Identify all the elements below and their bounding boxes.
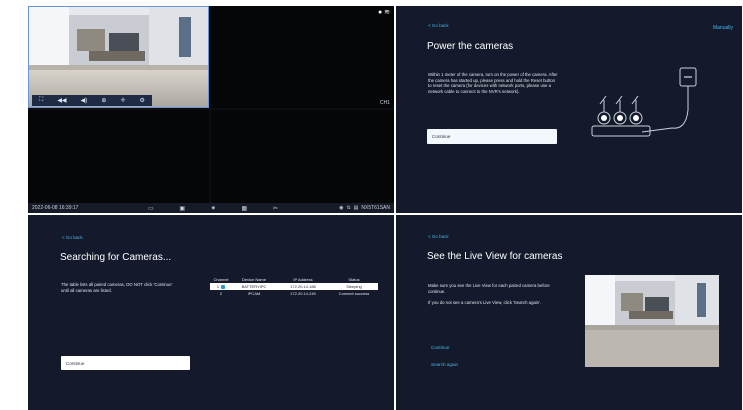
camera-live-view-image <box>585 275 719 367</box>
camera-tile-2[interactable]: ● ≋ CH1 <box>211 6 394 108</box>
camera-feed-image <box>29 7 208 107</box>
zoom-icon[interactable]: ⊕ <box>101 97 106 104</box>
live-view-panel: < Go back See the Live View for cameras … <box>396 215 742 410</box>
eye-icon[interactable]: ◉ <box>339 205 343 211</box>
camera-tile-1[interactable]: ⛶ ◀◀ ◀) ⊕ ✛ ⚙ <box>28 6 209 108</box>
device-name-cell: IPCAM <box>247 291 261 296</box>
device-name-cell: BATTERYIPC <box>241 284 267 289</box>
instruction-text: Within 1 meter of the camera, turn on th… <box>428 72 558 94</box>
go-back-link[interactable]: < Go back <box>62 235 83 240</box>
status-icons: ● ≋ <box>378 8 390 16</box>
grid-icon[interactable]: ▦ <box>242 205 248 212</box>
column-header: Device Name <box>241 277 266 282</box>
alert-icon: ● <box>377 9 383 16</box>
camera-tile-4[interactable] <box>211 110 394 203</box>
volume-icon[interactable]: ◀) <box>81 97 88 104</box>
storage-icon[interactable]: ▤ <box>354 205 359 211</box>
table-row[interactable]: 1 BATTERYIPC 172.20.14.188 Sleeping <box>210 283 378 290</box>
settings-icon[interactable]: ⚙ <box>140 97 145 104</box>
continue-button[interactable]: Continue <box>61 356 190 370</box>
nvr-status-bar: 2022-06-08 16:39:17 ▭ ▣ ✷ ▦ ✂ ◉ ⇅ ▤ NX5T… <box>28 203 394 213</box>
camera-toolbar: ⛶ ◀◀ ◀) ⊕ ✛ ⚙ <box>32 95 152 106</box>
search-again-link[interactable]: Search again <box>431 362 458 367</box>
ip-cell: 172.20.14.249 <box>290 291 316 296</box>
rewind-icon[interactable]: ◀◀ <box>57 97 66 104</box>
page-title: Power the cameras <box>427 41 514 52</box>
search-cameras-panel: < Go back Searching for Cameras... The t… <box>28 215 394 410</box>
manually-link[interactable]: Manually <box>713 25 733 31</box>
column-header: Status <box>348 277 360 282</box>
nvr-live-view-panel: ⛶ ◀◀ ◀) ⊕ ✛ ⚙ ● ≋ CH1 2022-06-08 16:39:1… <box>28 6 394 213</box>
continue-button[interactable]: Continue <box>427 129 557 144</box>
go-back-link[interactable]: < Go back <box>428 23 449 28</box>
go-back-link[interactable]: < Go back <box>428 234 449 239</box>
power-cameras-panel: < Go back Manually Power the cameras Wit… <box>396 6 742 213</box>
nvr-camera-illustration <box>591 67 697 137</box>
camera-tile-3[interactable] <box>28 110 209 203</box>
page-title: See the Live View for cameras <box>427 251 563 262</box>
column-header: Channel <box>213 277 229 282</box>
date-time: 2022-06-08 16:39:17 <box>32 205 79 211</box>
fullscreen-icon[interactable]: ⛶ <box>39 97 43 104</box>
page-title: Searching for Cameras... <box>60 252 172 263</box>
camera-icon <box>221 284 226 289</box>
instruction-text: Make sure you see the Live View for each… <box>428 283 550 294</box>
hint-text: If you do not see a camera's Live View, … <box>428 300 542 305</box>
network-icon[interactable]: ⇅ <box>346 205 350 211</box>
wifi-icon: ≋ <box>384 9 390 16</box>
column-header: IP Address <box>293 277 313 282</box>
ptz-icon[interactable]: ✛ <box>120 97 125 104</box>
settings-icon[interactable]: ✷ <box>211 205 216 212</box>
camera-table: Channel Device Name IP Address Status 1 … <box>210 276 378 297</box>
channel-cell: 1 <box>216 284 220 289</box>
monitor-icon[interactable]: ▭ <box>148 205 154 212</box>
ip-cell: 172.20.14.188 <box>290 284 316 289</box>
table-row[interactable]: 2 IPCAM 172.20.14.249 Connect success <box>210 290 378 297</box>
tools-icon[interactable]: ✂ <box>273 205 278 212</box>
continue-link[interactable]: Continue <box>431 345 449 350</box>
instruction-text: The table lists all paired cameras, DO N… <box>61 282 173 293</box>
status-cell: Connect success <box>338 291 370 296</box>
table-header: Channel Device Name IP Address Status <box>210 276 378 283</box>
record-icon[interactable]: ▣ <box>179 205 185 212</box>
status-cell: Sleeping <box>346 284 362 289</box>
device-id: NX5T61SAN <box>361 205 390 211</box>
camera-tag: CH1 <box>379 100 390 106</box>
channel-cell: 2 <box>219 291 223 296</box>
